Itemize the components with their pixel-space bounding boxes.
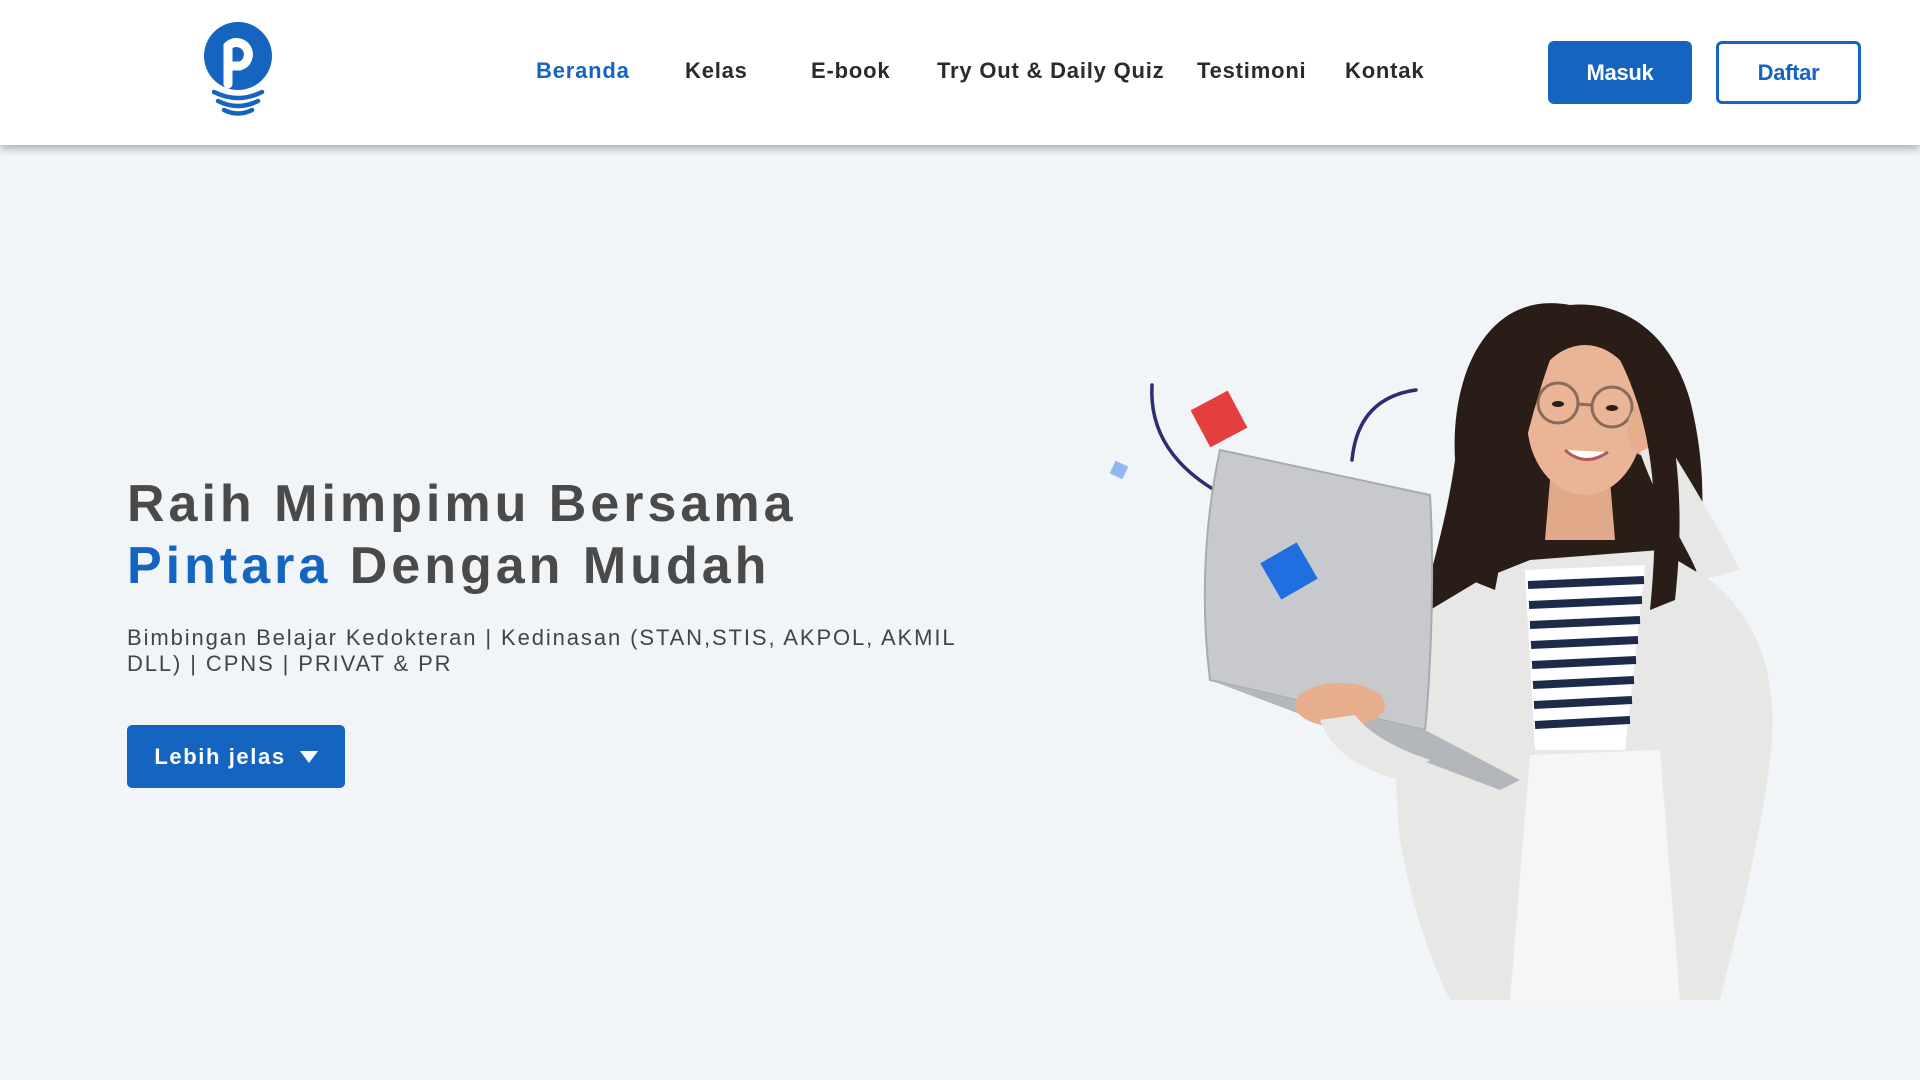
hero-title-line2: Dengan Mudah xyxy=(331,537,771,595)
nav-link-kontak[interactable]: Kontak xyxy=(1345,58,1424,84)
nav-link-beranda[interactable]: Beranda xyxy=(536,58,630,84)
nav-link-ebook[interactable]: E-book xyxy=(811,58,890,84)
hero-title: Raih Mimpimu Bersama Pintara Dengan Muda… xyxy=(127,473,1027,597)
register-button[interactable]: Daftar xyxy=(1716,41,1861,104)
learn-more-button[interactable]: Lebih jelas xyxy=(127,725,345,788)
login-button[interactable]: Masuk xyxy=(1548,41,1692,104)
learn-more-label: Lebih jelas xyxy=(154,743,286,769)
hero-title-line1: Raih Mimpimu Bersama xyxy=(127,475,797,533)
hero-title-brand: Pintara xyxy=(127,537,332,595)
caret-down-icon xyxy=(299,750,318,763)
hero-subtitle: Bimbingan Belajar Kedokteran | Kedinasan… xyxy=(127,625,956,676)
woman-with-laptop-photo xyxy=(1203,303,1773,1000)
small-blue-square-decoration xyxy=(1109,460,1129,480)
nav-link-testimoni[interactable]: Testimoni xyxy=(1197,58,1306,84)
arc-decoration-right xyxy=(1350,388,1418,462)
nav-link-tryout[interactable]: Try Out & Daily Quiz xyxy=(937,58,1164,84)
nav-link-kelas[interactable]: Kelas xyxy=(685,58,748,84)
hero-illustration xyxy=(1100,280,1820,1000)
red-square-decoration xyxy=(1190,390,1248,448)
navbar: Beranda Kelas E-book Try Out & Daily Qui… xyxy=(0,0,1920,145)
